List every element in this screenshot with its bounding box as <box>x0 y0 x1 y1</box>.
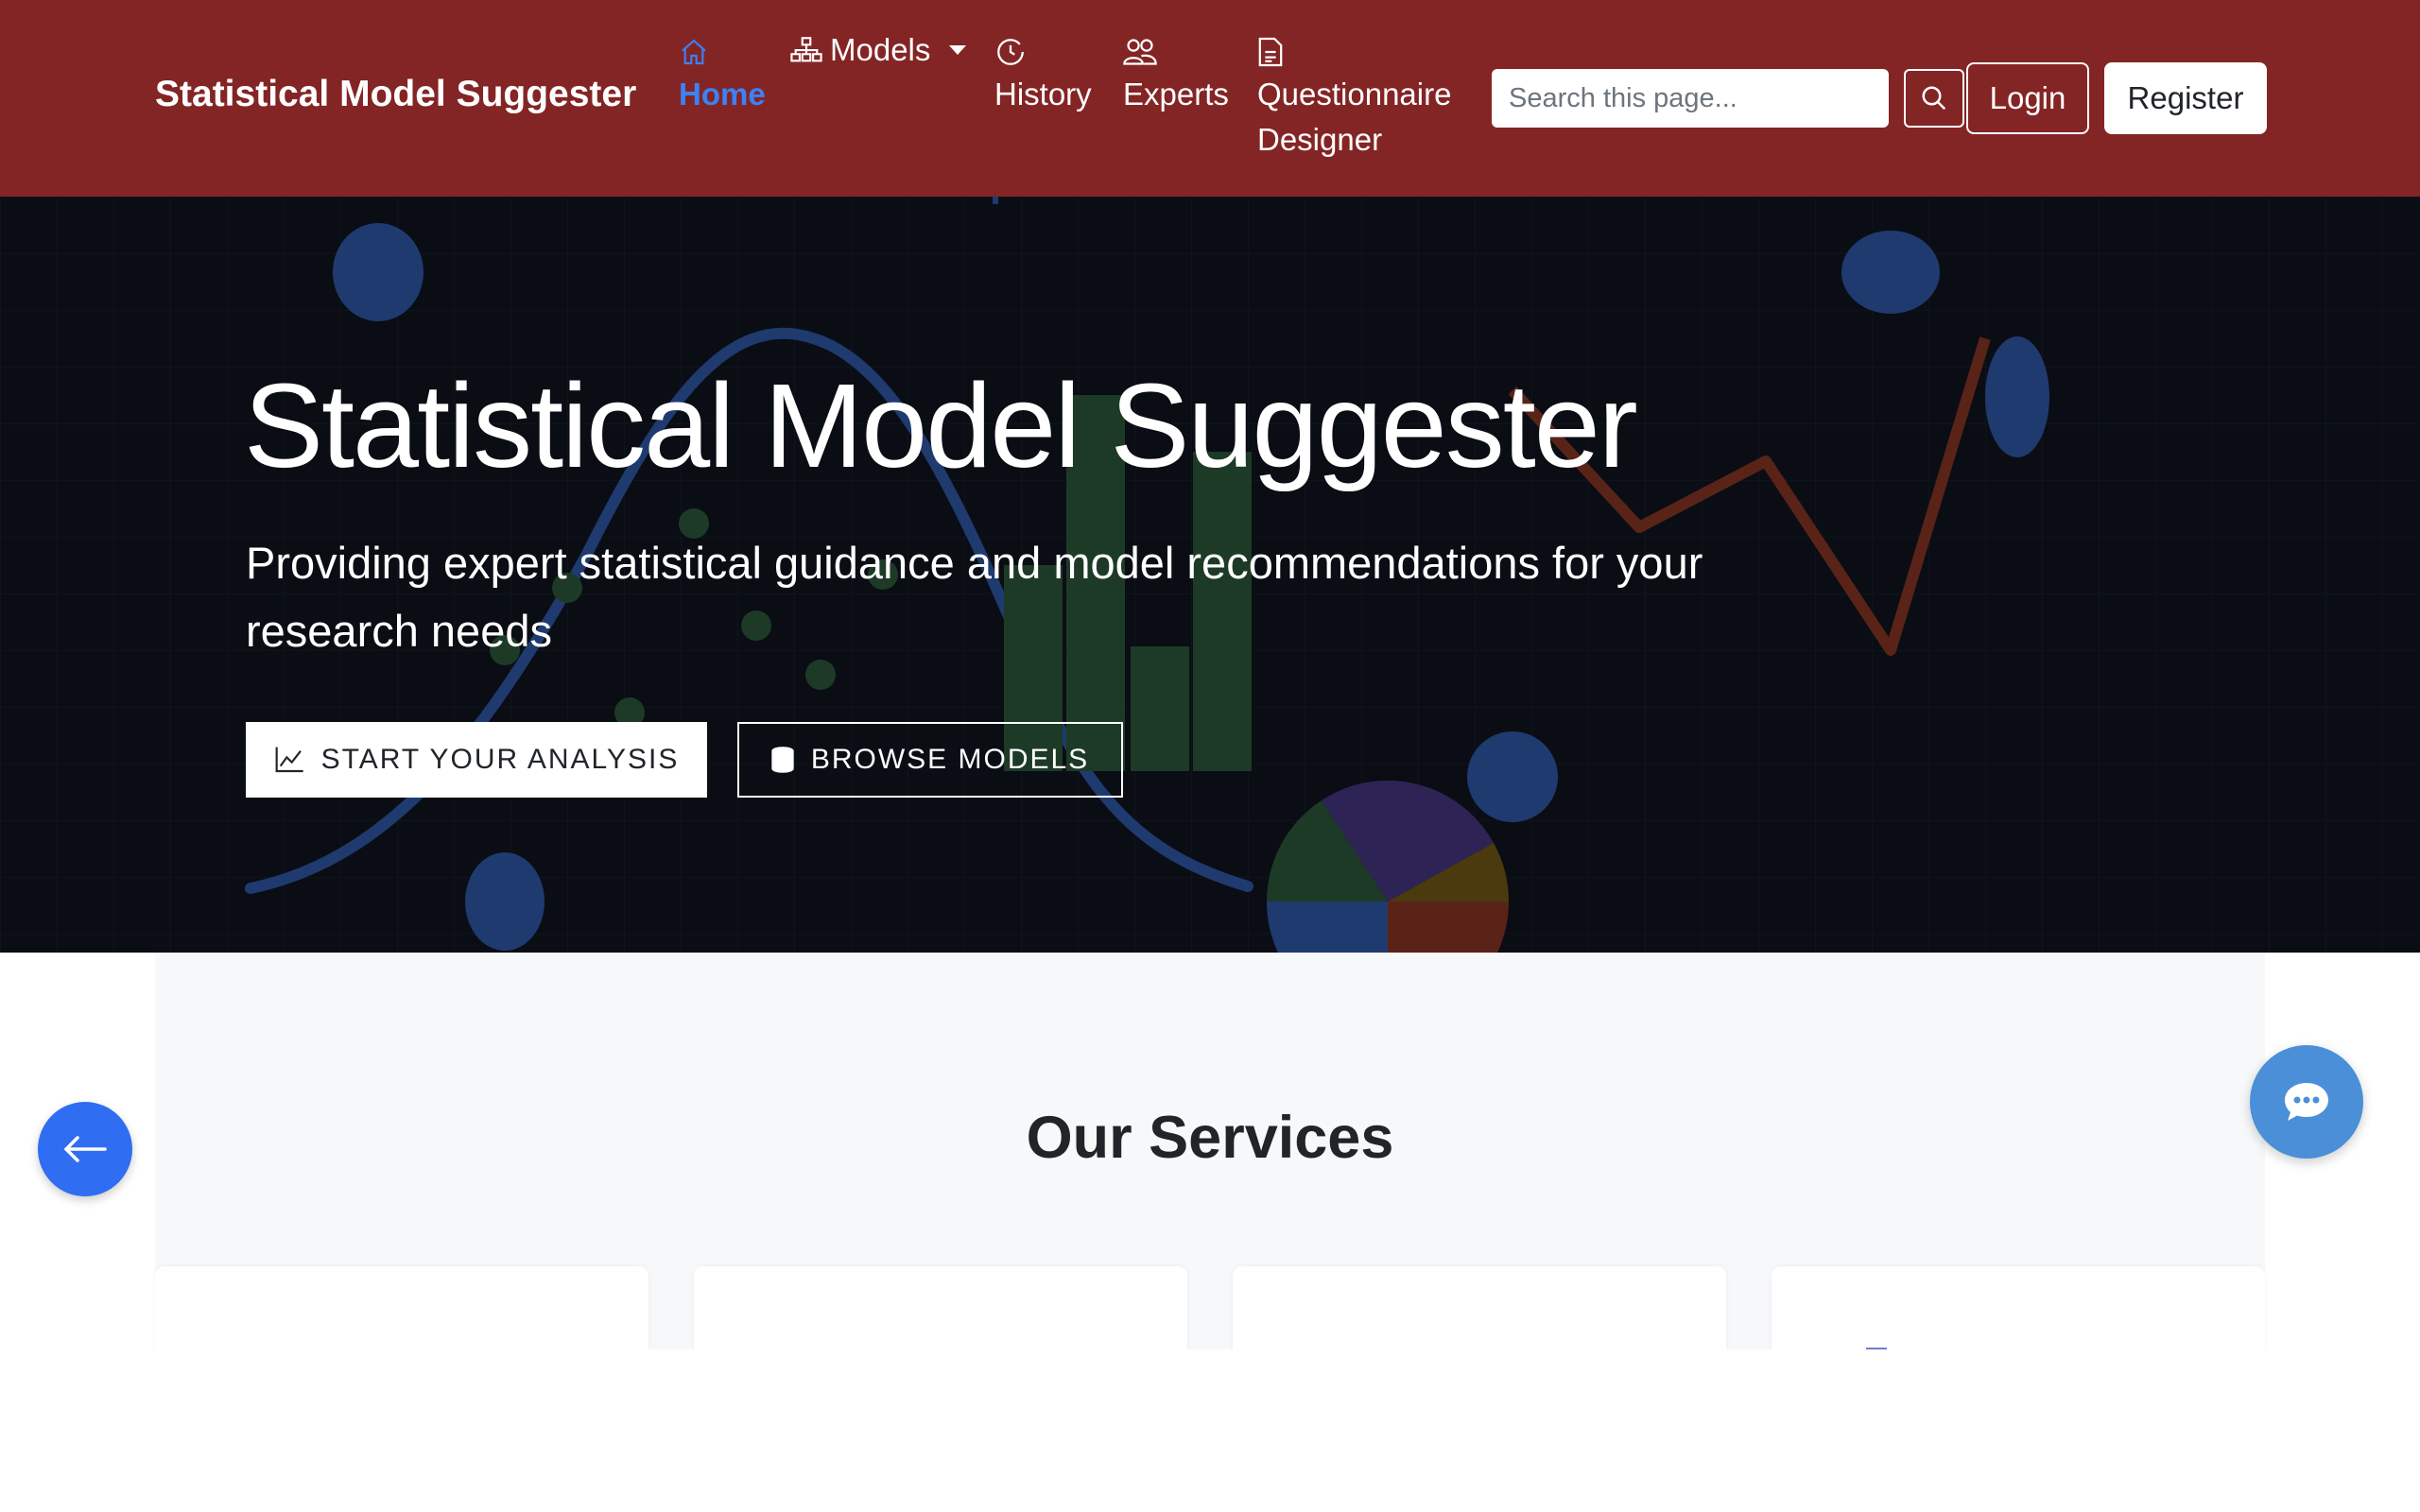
search-icon <box>1920 84 1948 112</box>
people-icon <box>1123 32 1157 72</box>
hero-title: Statistical Model Suggester <box>244 359 1638 492</box>
search-button[interactable] <box>1904 69 1964 128</box>
nav-experts[interactable]: Experts <box>1123 32 1229 117</box>
nav-questionnaire-designer[interactable]: Questionnaire Designer <box>1257 32 1451 163</box>
start-analysis-label: START YOUR ANALYSIS <box>320 744 680 775</box>
services-title: Our Services <box>1026 1105 1394 1171</box>
back-button[interactable] <box>38 1102 132 1196</box>
nav-home-label: Home <box>679 77 766 112</box>
chat-bubble-icon <box>2283 1081 2330 1123</box>
nav-models-dropdown[interactable]: Models <box>790 32 967 68</box>
hero-subtitle: Providing expert statistical guidance an… <box>246 538 1703 656</box>
nav-history[interactable]: History <box>994 32 1092 117</box>
service-card[interactable] <box>155 1266 648 1354</box>
nav-models-label: Models <box>830 32 931 67</box>
line-chart-icon <box>274 746 304 774</box>
home-icon <box>679 32 709 72</box>
service-card[interactable] <box>694 1266 1187 1349</box>
search-input[interactable] <box>1492 69 1889 128</box>
start-analysis-button[interactable]: START YOUR ANALYSIS <box>246 722 707 798</box>
nav-experts-label: Experts <box>1123 77 1229 112</box>
clock-icon <box>994 32 1027 72</box>
sitemap-icon <box>790 36 822 64</box>
services-section: Our Services <box>155 953 2265 1354</box>
service-card[interactable] <box>1772 1266 2265 1349</box>
register-button[interactable]: Register <box>2104 62 2267 134</box>
login-button[interactable]: Login <box>1966 62 2089 134</box>
chat-button[interactable] <box>2250 1045 2363 1159</box>
nav-designer-label: Designer <box>1257 122 1383 157</box>
nav-home[interactable]: Home <box>679 32 766 117</box>
hero-section: Statistical Model Suggester Providing ex… <box>0 197 2420 953</box>
browse-models-button[interactable]: BROWSE MODELS <box>737 722 1123 798</box>
service-card[interactable] <box>1233 1266 1726 1349</box>
page-bottom-blank <box>0 1349 2420 1512</box>
nav-history-label: History <box>994 77 1092 112</box>
chevron-down-icon <box>949 45 967 55</box>
brand-logo[interactable]: Statistical Model Suggester <box>155 74 636 115</box>
nav-questionnaire-label: Questionnaire <box>1257 77 1452 112</box>
database-icon <box>771 747 794 773</box>
document-icon <box>1257 32 1284 72</box>
browse-models-label: BROWSE MODELS <box>810 744 1090 775</box>
navbar: Statistical Model Suggester Home Models … <box>0 0 2420 197</box>
arrow-left-icon <box>63 1135 107 1163</box>
